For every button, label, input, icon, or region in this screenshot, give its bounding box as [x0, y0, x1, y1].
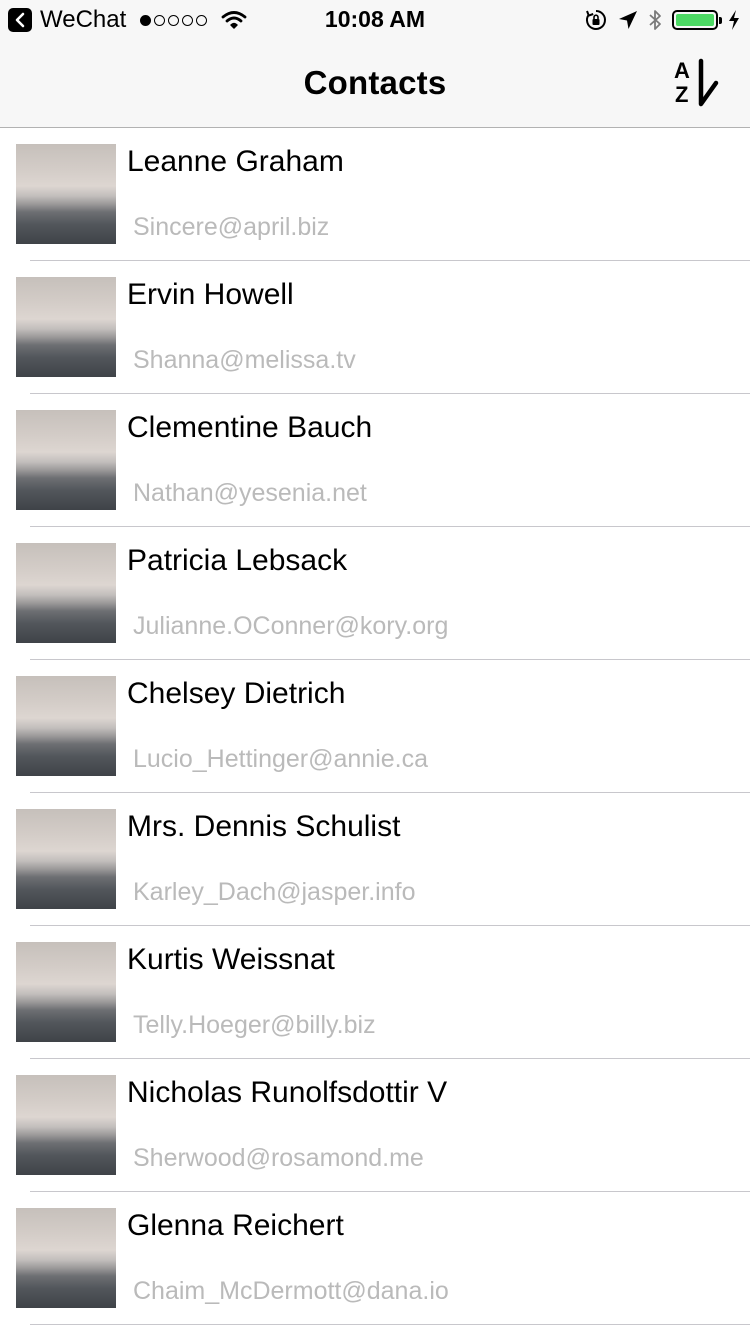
status-right-group	[584, 6, 740, 34]
contact-avatar	[16, 144, 116, 244]
orientation-lock-icon	[586, 10, 606, 30]
contact-email: Telly.Hoeger@billy.biz	[133, 1011, 376, 1039]
contact-email: Julianne.OConner@kory.org	[133, 612, 449, 640]
contact-row[interactable]: Glenna Reichert Chaim_McDermott@dana.io	[0, 1192, 750, 1325]
contact-row[interactable]: Clementine Bauch Nathan@yesenia.net	[0, 394, 750, 527]
contact-name: Chelsey Dietrich	[127, 677, 346, 710]
contact-email: Lucio_Hettinger@annie.ca	[133, 745, 429, 773]
navigation-bar: Contacts A Z	[0, 40, 750, 128]
contact-name: Kurtis Weissnat	[127, 943, 335, 976]
contact-email: Chaim_McDermott@dana.io	[133, 1277, 449, 1305]
contact-name: Clementine Bauch	[127, 411, 373, 444]
contact-avatar	[16, 543, 116, 643]
sort-letter-top: A	[674, 58, 690, 83]
contact-row[interactable]: Chelsey Dietrich Lucio_Hettinger@annie.c…	[0, 660, 750, 793]
sort-alpha-down-icon: A Z	[674, 58, 719, 107]
battery-icon	[672, 10, 722, 30]
charging-bolt-icon	[729, 10, 739, 30]
contact-row[interactable]: Mrs. Dennis Schulist Karley_Dach@jasper.…	[0, 793, 750, 926]
contact-name: Nicholas Runolfsdottir V	[127, 1076, 448, 1109]
battery-level-fill	[676, 14, 714, 26]
contact-avatar	[16, 277, 116, 377]
contact-name: Glenna Reichert	[127, 1209, 344, 1242]
contact-avatar	[16, 809, 116, 909]
contact-name: Leanne Graham	[127, 145, 344, 178]
contact-avatar	[16, 676, 116, 776]
contact-email: Shanna@melissa.tv	[133, 346, 356, 374]
contact-email: Nathan@yesenia.net	[133, 479, 367, 507]
contact-avatar	[16, 1208, 116, 1308]
contact-row[interactable]: Patricia Lebsack Julianne.OConner@kory.o…	[0, 527, 750, 660]
contact-email: Karley_Dach@jasper.info	[133, 878, 416, 906]
contact-row[interactable]: Nicholas Runolfsdottir V Sherwood@rosamo…	[0, 1059, 750, 1192]
contacts-screen: WeChat 10:08 AM Contacts A Z Leanne Grah…	[0, 0, 750, 1334]
contact-name: Ervin Howell	[127, 278, 294, 311]
contact-avatar	[16, 942, 116, 1042]
status-bar: WeChat 10:08 AM	[0, 0, 750, 40]
contact-avatar	[16, 410, 116, 510]
bluetooth-icon	[649, 10, 661, 30]
contact-avatar	[16, 1075, 116, 1175]
sort-letter-bottom: Z	[675, 82, 688, 107]
contact-name: Mrs. Dennis Schulist	[127, 810, 401, 843]
sort-button[interactable]: A Z	[670, 58, 726, 110]
contact-email: Sherwood@rosamond.me	[133, 1144, 424, 1172]
contact-row[interactable]: Kurtis Weissnat Telly.Hoeger@billy.biz	[0, 926, 750, 1059]
page-title: Contacts	[303, 64, 447, 101]
contact-name: Patricia Lebsack	[127, 544, 348, 577]
contact-row[interactable]: Ervin Howell Shanna@melissa.tv	[0, 261, 750, 394]
contact-list: Leanne Graham Sincere@april.biz Ervin Ho…	[0, 128, 750, 1325]
contact-row[interactable]: Leanne Graham Sincere@april.biz	[0, 128, 750, 261]
location-arrow-icon	[619, 11, 637, 29]
contact-email: Sincere@april.biz	[133, 213, 330, 241]
